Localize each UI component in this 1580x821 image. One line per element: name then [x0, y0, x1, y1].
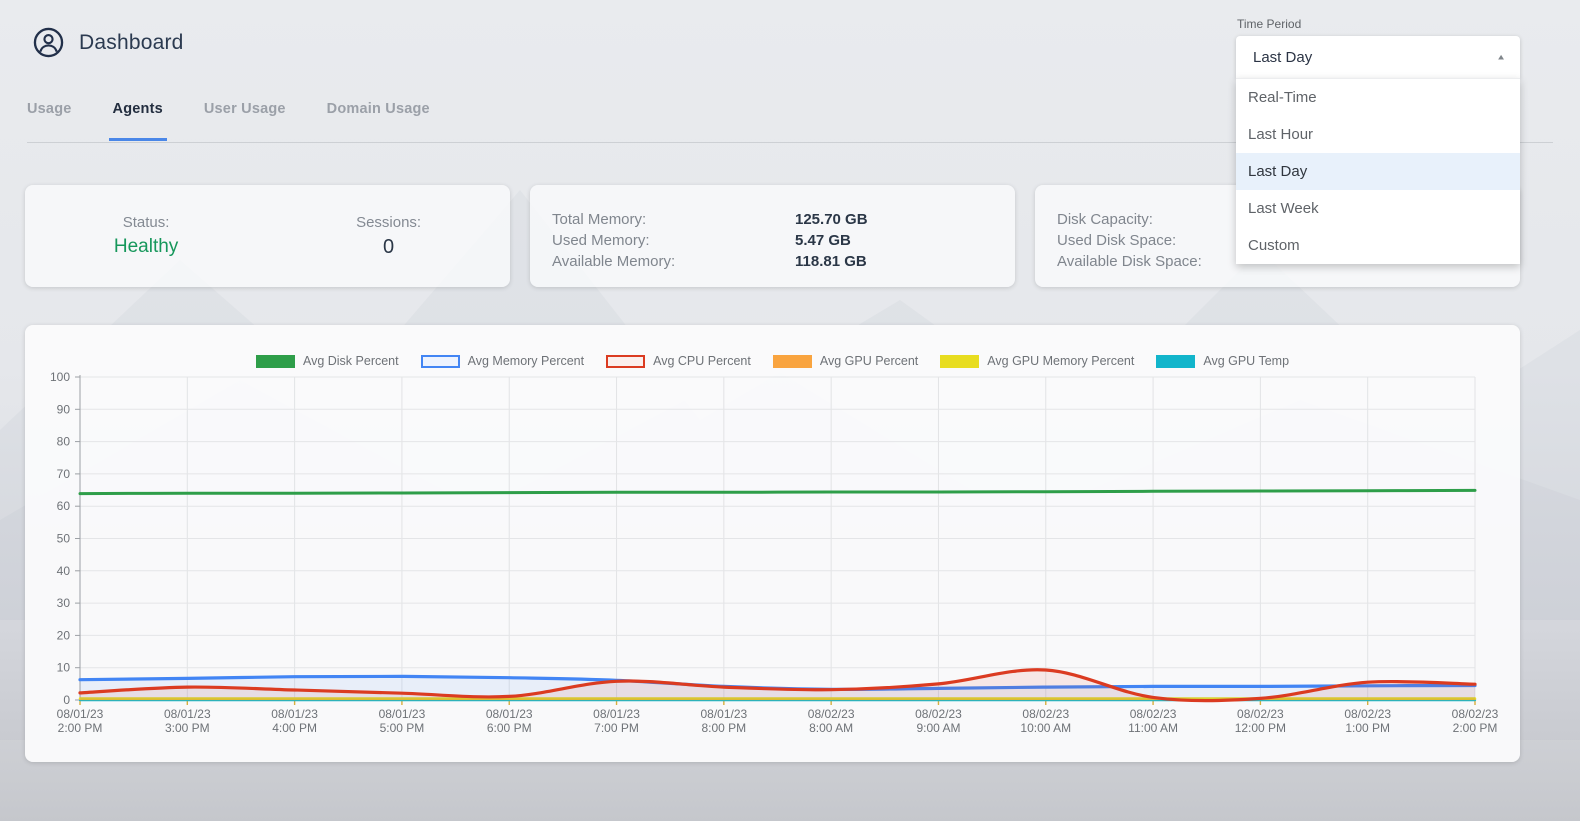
sessions-label: Sessions: [356, 214, 421, 231]
svg-text:08/01/235:00 PM: 08/01/235:00 PM [379, 707, 426, 735]
legend-label: Avg GPU Memory Percent [987, 354, 1134, 368]
chart-legend: Avg Disk Percent Avg Memory Percent Avg CP… [25, 354, 1520, 368]
svg-text:10: 10 [57, 661, 71, 675]
memory-row-label: Total Memory: [552, 209, 795, 230]
svg-text:08/01/236:00 PM: 08/01/236:00 PM [486, 707, 533, 735]
svg-text:70: 70 [57, 467, 71, 481]
status-card: Status: Healthy Sessions: 0 [25, 185, 510, 287]
header: Dashboard [33, 27, 184, 58]
svg-text:08/02/238:00 AM: 08/02/238:00 AM [808, 707, 855, 735]
legend-label: Avg GPU Percent [820, 354, 918, 368]
svg-text:40: 40 [57, 564, 71, 578]
time-period-dropdown: Time Period Last Day ▲ Real-TimeLast Hou… [1236, 17, 1520, 264]
status-label: Status: [114, 214, 178, 231]
svg-text:08/02/2311:00 AM: 08/02/2311:00 AM [1128, 707, 1178, 735]
legend-item-avg-gpu-temp[interactable]: Avg GPU Temp [1156, 354, 1289, 368]
memory-row-value: 118.81 GB [795, 251, 867, 272]
svg-text:60: 60 [57, 499, 71, 513]
memory-row: Available Memory:118.81 GB [552, 251, 1015, 272]
user-avatar-icon [33, 27, 64, 58]
status-block: Status: Healthy [114, 214, 178, 258]
usage-chart-card: 0 10 20 30 40 50 60 70 80 90 100 08/01/232:00 PM 08/… [25, 325, 1520, 762]
svg-text:80: 80 [57, 435, 71, 449]
svg-text:08/01/238:00 PM: 08/01/238:00 PM [700, 707, 747, 735]
time-period-option-last-hour[interactable]: Last Hour [1236, 116, 1520, 153]
sessions-block: Sessions: 0 [356, 214, 421, 259]
tab-bar: Usage Agents User Usage Domain Usage [23, 101, 467, 141]
memory-row: Used Memory:5.47 GB [552, 230, 1015, 251]
memory-row: Total Memory:125.70 GB [552, 209, 1015, 230]
svg-text:30: 30 [57, 596, 71, 610]
tab-domain-usage[interactable]: Domain Usage [323, 101, 434, 141]
svg-text:08/02/2312:00 PM: 08/02/2312:00 PM [1235, 707, 1286, 735]
time-period-selected-value: Last Day [1253, 49, 1312, 66]
memory-card: Total Memory:125.70 GBUsed Memory:5.47 G… [530, 185, 1015, 287]
svg-text:0: 0 [63, 693, 70, 707]
svg-text:08/02/2310:00 AM: 08/02/2310:00 AM [1020, 707, 1071, 735]
time-period-option-last-week[interactable]: Last Week [1236, 190, 1520, 227]
tab-agents[interactable]: Agents [109, 101, 167, 141]
svg-text:50: 50 [57, 532, 71, 546]
chevron-up-icon: ▲ [1496, 53, 1506, 62]
svg-text:08/02/232:00 PM: 08/02/232:00 PM [1452, 707, 1499, 735]
legend-item-avg-disk-percent[interactable]: Avg Disk Percent [256, 354, 399, 368]
sessions-value: 0 [356, 236, 421, 259]
svg-text:08/01/232:00 PM: 08/01/232:00 PM [57, 707, 104, 735]
legend-label: Avg CPU Percent [653, 354, 751, 368]
legend-label: Avg Memory Percent [468, 354, 584, 368]
svg-text:08/01/237:00 PM: 08/01/237:00 PM [593, 707, 640, 735]
time-period-option-custom[interactable]: Custom [1236, 227, 1520, 264]
legend-item-avg-gpu-memory-percent[interactable]: Avg GPU Memory Percent [940, 354, 1134, 368]
legend-swatch-icon [1156, 355, 1195, 368]
svg-text:08/02/239:00 AM: 08/02/239:00 AM [915, 707, 962, 735]
status-value: Healthy [114, 236, 178, 258]
legend-swatch-icon [940, 355, 979, 368]
legend-item-avg-cpu-percent[interactable]: Avg CPU Percent [606, 354, 751, 368]
time-period-label: Time Period [1236, 17, 1520, 31]
legend-swatch-icon [606, 355, 645, 368]
legend-swatch-icon [773, 355, 812, 368]
time-period-menu: Real-TimeLast HourLast DayLast WeekCusto… [1236, 78, 1520, 264]
page-title: Dashboard [79, 31, 184, 55]
legend-swatch-icon [421, 355, 460, 368]
legend-label: Avg Disk Percent [303, 354, 399, 368]
svg-text:08/01/234:00 PM: 08/01/234:00 PM [271, 707, 318, 735]
legend-label: Avg GPU Temp [1203, 354, 1289, 368]
svg-text:08/01/233:00 PM: 08/01/233:00 PM [164, 707, 211, 735]
usage-chart-canvas[interactable]: 0 10 20 30 40 50 60 70 80 90 100 08/01/232:00 PM 08/… [25, 325, 1520, 762]
time-period-option-last-day[interactable]: Last Day [1236, 153, 1520, 190]
svg-text:100: 100 [50, 370, 70, 384]
legend-item-avg-memory-percent[interactable]: Avg Memory Percent [421, 354, 584, 368]
svg-text:90: 90 [57, 402, 71, 416]
svg-text:20: 20 [57, 628, 71, 642]
tab-usage[interactable]: Usage [23, 101, 76, 141]
legend-swatch-icon [256, 355, 295, 368]
legend-item-avg-gpu-percent[interactable]: Avg GPU Percent [773, 354, 918, 368]
memory-row-label: Used Memory: [552, 230, 795, 251]
time-period-select[interactable]: Last Day ▲ [1236, 36, 1520, 78]
memory-row-value: 5.47 GB [795, 230, 851, 251]
tab-user-usage[interactable]: User Usage [200, 101, 290, 141]
memory-row-value: 125.70 GB [795, 209, 868, 230]
svg-text:08/02/231:00 PM: 08/02/231:00 PM [1344, 707, 1391, 735]
memory-row-label: Available Memory: [552, 251, 795, 272]
time-period-option-real-time[interactable]: Real-Time [1236, 79, 1520, 116]
